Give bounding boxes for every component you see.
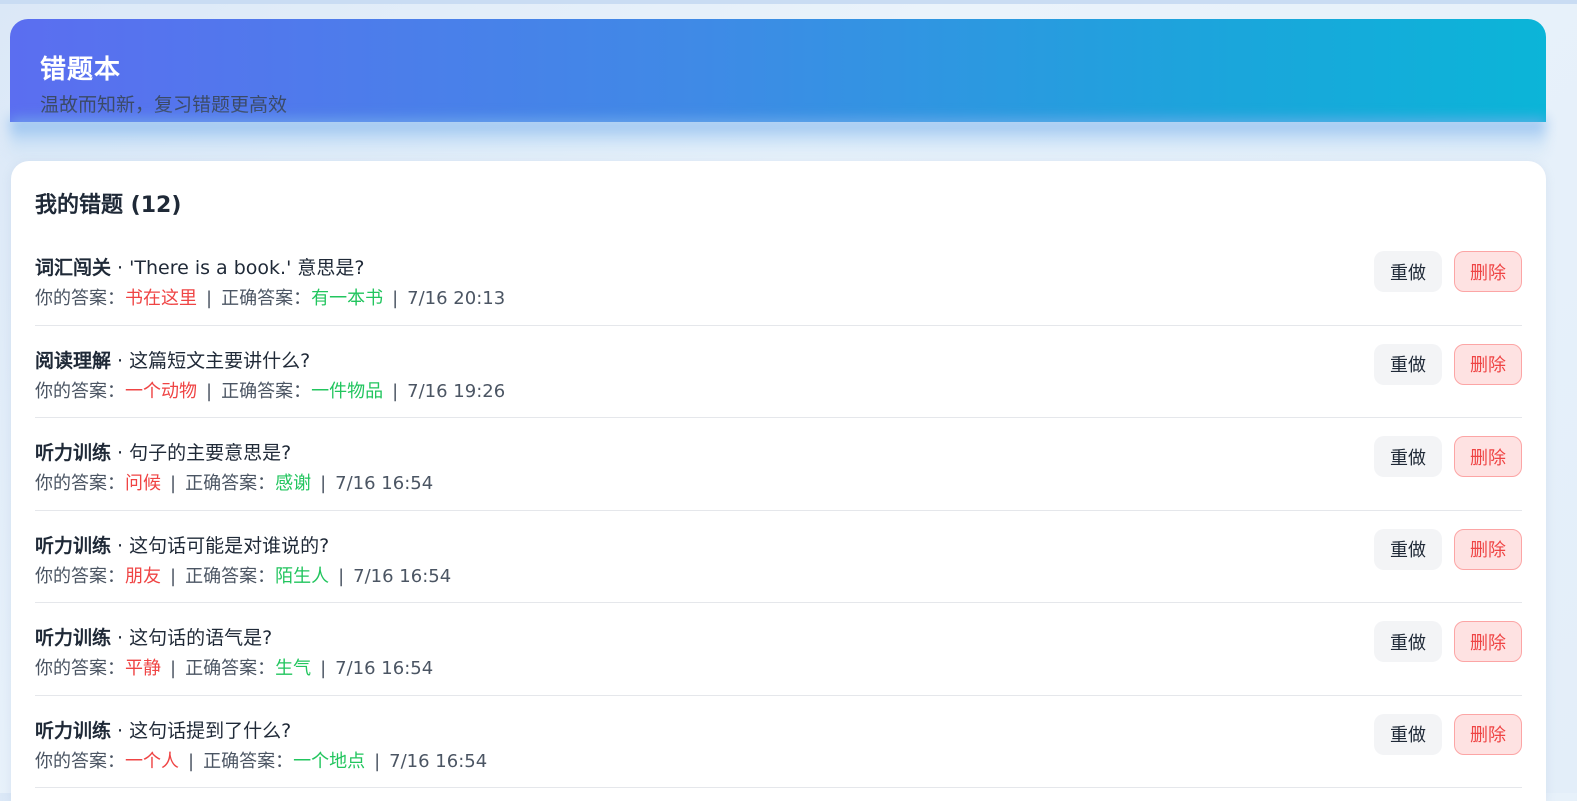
card-title: 我的错题 (12)	[35, 193, 182, 218]
answer-line: 你的答案：平静 | 正确答案：生气 | 7/16 16:54	[35, 654, 433, 680]
question-line: 听力训练 · 句子的主要意思是?	[35, 438, 291, 465]
your-answer-value: 书在这里	[125, 288, 197, 309]
question-category: 词汇闯关	[35, 257, 112, 279]
question-line: 阅读理解 · 这篇短文主要讲什么?	[35, 346, 310, 373]
mistakes-list: 词汇闯关 · 'There is a book.' 意思是? 你的答案：书在这里…	[35, 233, 1522, 788]
mistakes-card: 我的错题 (12) 词汇闯关 · 'There is a book.' 意思是?…	[11, 161, 1546, 801]
answer-line: 你的答案：问候 | 正确答案：感谢 | 7/16 16:54	[35, 469, 433, 495]
dot-separator: ·	[111, 349, 130, 372]
meta-separator: |	[374, 750, 381, 772]
correct-answer-label: 正确答案：	[185, 565, 276, 587]
dot-separator: ·	[111, 257, 130, 279]
answer-line: 你的答案：一个人 | 正确答案：一个地点 | 7/16 16:54	[35, 747, 487, 773]
meta-separator: |	[320, 658, 327, 679]
your-answer-label: 你的答案：	[35, 750, 125, 772]
your-answer-value: 一个动物	[125, 380, 197, 402]
dot-separator: ·	[111, 719, 130, 742]
question-text: 'There is a book.' 意思是?	[129, 257, 365, 279]
your-answer-value: 问候	[125, 473, 161, 494]
dot-separator: ·	[111, 627, 130, 649]
answer-line: 你的答案：朋友 | 正确答案：陌生人 | 7/16 16:54	[35, 562, 451, 588]
mistake-row: 词汇闯关 · 'There is a book.' 意思是? 你的答案：书在这里…	[35, 233, 1522, 326]
correct-answer-value: 感谢	[275, 473, 312, 494]
redo-button[interactable]: 重做	[1374, 251, 1442, 292]
redo-button[interactable]: 重做	[1374, 713, 1442, 755]
redo-button[interactable]: 重做	[1374, 436, 1442, 477]
dot-separator: ·	[111, 534, 130, 557]
meta-separator: |	[206, 380, 213, 402]
question-line: 听力训练 · 这句话可能是对谁说的?	[35, 531, 329, 558]
your-answer-label: 你的答案：	[35, 380, 125, 402]
meta-separator: |	[392, 380, 399, 402]
question-category: 听力训练	[35, 719, 112, 742]
question-category: 听力训练	[35, 442, 112, 464]
delete-button[interactable]: 删除	[1454, 251, 1522, 292]
meta-separator: |	[338, 565, 345, 587]
your-answer-label: 你的答案：	[35, 658, 125, 679]
question-text: 这句话可能是对谁说的?	[129, 534, 330, 557]
mistake-row: 听力训练 · 这句话提到了什么? 你的答案：一个人 | 正确答案：一个地点 | 7/16…	[35, 696, 1522, 788]
correct-answer-value: 有一本书	[311, 288, 384, 309]
question-category: 听力训练	[35, 627, 112, 649]
meta-separator: |	[392, 288, 399, 309]
meta-separator: |	[170, 473, 177, 494]
redo-button[interactable]: 重做	[1374, 343, 1442, 385]
delete-button[interactable]: 删除	[1454, 713, 1522, 755]
question-text: 句子的主要意思是?	[129, 442, 292, 464]
answer-line: 你的答案：书在这里 | 正确答案：有一本书 | 7/16 20:13	[35, 284, 505, 310]
correct-answer-label: 正确答案：	[203, 750, 294, 772]
question-category: 阅读理解	[35, 349, 112, 372]
timestamp: 7/16 16:54	[389, 750, 488, 772]
your-answer-value: 朋友	[125, 565, 161, 587]
mistake-row: 听力训练 · 句子的主要意思是? 你的答案：问候 | 正确答案：感谢 | 7/16 16…	[35, 418, 1522, 511]
question-text: 这篇短文主要讲什么?	[129, 349, 311, 372]
correct-answer-label: 正确答案：	[221, 380, 312, 402]
delete-button[interactable]: 删除	[1454, 436, 1522, 477]
mistake-row: 阅读理解 · 这篇短文主要讲什么? 你的答案：一个动物 | 正确答案：一件物品 | 7/…	[35, 326, 1522, 418]
timestamp: 7/16 20:13	[407, 288, 506, 309]
header-glow	[10, 118, 1546, 162]
mistake-row: 听力训练 · 这句话可能是对谁说的? 你的答案：朋友 | 正确答案：陌生人 | 7/16…	[35, 511, 1522, 603]
your-answer-value: 平静	[125, 658, 161, 679]
your-answer-value: 一个人	[125, 750, 179, 772]
your-answer-label: 你的答案：	[35, 565, 125, 587]
correct-answer-label: 正确答案：	[185, 473, 276, 494]
question-line: 听力训练 · 这句话的语气是?	[35, 623, 272, 650]
mistake-row: 听力训练 · 这句话的语气是? 你的答案：平静 | 正确答案：生气 | 7/16 16:…	[35, 603, 1522, 696]
meta-separator: |	[188, 750, 195, 772]
correct-answer-label: 正确答案：	[221, 288, 312, 309]
question-text: 这句话的语气是?	[129, 627, 273, 649]
correct-answer-value: 一个地点	[293, 750, 366, 772]
timestamp: 7/16 19:26	[407, 380, 506, 402]
answer-line: 你的答案：一个动物 | 正确答案：一件物品 | 7/16 19:26	[35, 377, 505, 403]
page-subtitle: 温故而知新，复习错题更高效	[40, 94, 288, 116]
question-category: 听力训练	[35, 534, 112, 557]
meta-separator: |	[170, 658, 177, 679]
delete-button[interactable]: 删除	[1454, 528, 1522, 570]
page-title: 错题本	[40, 55, 122, 85]
redo-button[interactable]: 重做	[1374, 528, 1442, 570]
question-text: 这句话提到了什么?	[129, 719, 292, 742]
your-answer-label: 你的答案：	[35, 288, 125, 309]
redo-button[interactable]: 重做	[1374, 621, 1442, 662]
question-line: 词汇闯关 · 'There is a book.' 意思是?	[35, 253, 364, 280]
delete-button[interactable]: 删除	[1454, 621, 1522, 662]
correct-answer-label: 正确答案：	[185, 658, 276, 679]
timestamp: 7/16 16:54	[335, 473, 434, 494]
question-line: 听力训练 · 这句话提到了什么?	[35, 716, 291, 743]
timestamp: 7/16 16:54	[353, 565, 452, 587]
correct-answer-value: 陌生人	[275, 565, 330, 587]
correct-answer-value: 一件物品	[311, 380, 384, 402]
meta-separator: |	[206, 288, 213, 309]
your-answer-label: 你的答案：	[35, 473, 125, 494]
delete-button[interactable]: 删除	[1454, 343, 1522, 385]
meta-separator: |	[320, 473, 327, 494]
correct-answer-value: 生气	[275, 658, 312, 679]
page-header: 错题本 温故而知新，复习错题更高效	[10, 19, 1546, 122]
dot-separator: ·	[111, 442, 130, 464]
timestamp: 7/16 16:54	[335, 658, 434, 679]
meta-separator: |	[170, 565, 177, 587]
top-strip	[0, 0, 1577, 4]
